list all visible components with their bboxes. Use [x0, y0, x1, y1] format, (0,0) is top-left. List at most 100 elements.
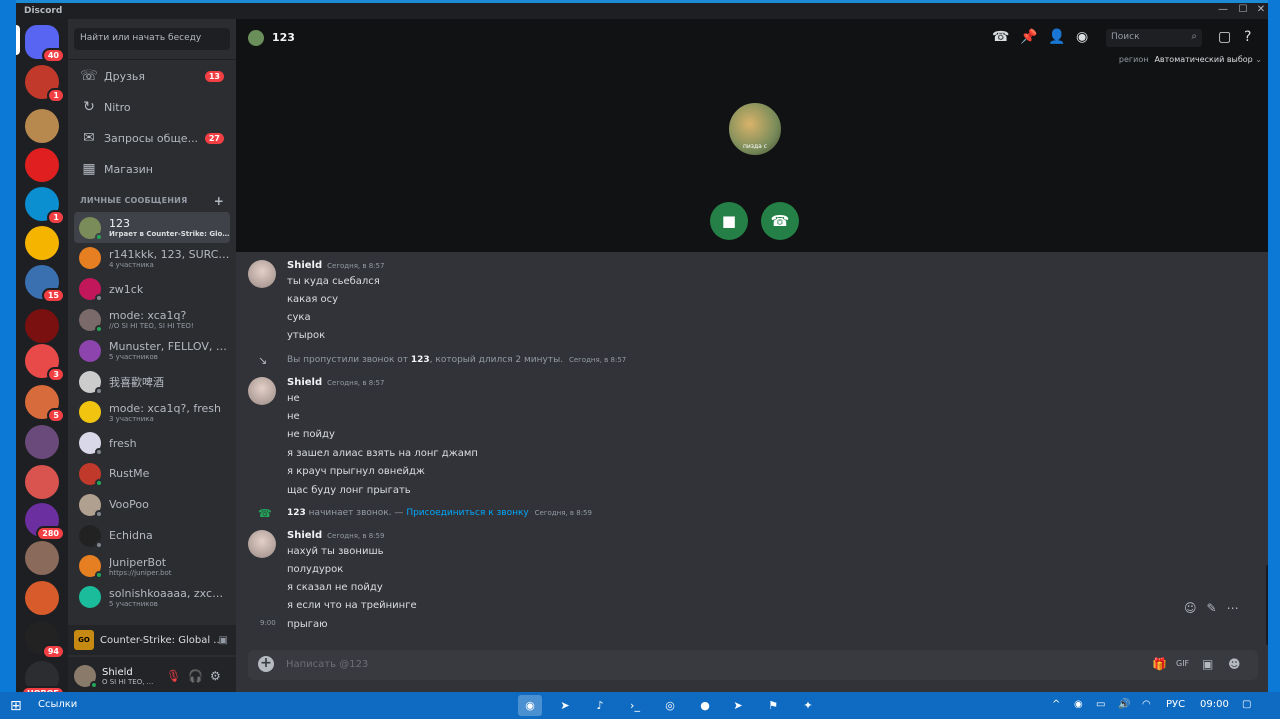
chrome-taskbar-icon[interactable]: ◎	[658, 695, 682, 716]
caller-name[interactable]: 123	[411, 355, 430, 365]
volume-icon[interactable]: 🔊	[1118, 699, 1130, 710]
search-placeholder: Поиск	[1111, 32, 1140, 42]
message-author[interactable]: Shield Сегодня, в 8:59	[287, 530, 384, 541]
more-icon[interactable]: ⋯	[1227, 601, 1239, 615]
mute-mic-icon[interactable]: 🎙	[166, 669, 181, 683]
server-icon[interactable]: 1	[25, 65, 65, 103]
avatar	[79, 216, 103, 241]
add-friend-icon[interactable]: 👤	[1048, 29, 1065, 45]
dm-item[interactable]: mode: xca1q?, fresh 3 участника	[74, 397, 230, 428]
call-participant-avatar[interactable]: пизда с	[727, 101, 783, 157]
links-toolbar[interactable]: Ссылки	[38, 699, 77, 710]
server-icon[interactable]	[25, 109, 59, 143]
language-indicator[interactable]: РУС	[1166, 699, 1185, 710]
dm-item[interactable]: zw1ck	[74, 274, 230, 305]
message-composer[interactable]: + Написать @123 🎁 GIF ▣ ☻	[248, 650, 1258, 680]
emoji-icon[interactable]: ☻	[1228, 657, 1241, 671]
counter-strike-taskbar-icon[interactable]: ✦	[796, 695, 820, 716]
dm-item[interactable]: solnishkoaaaa, zxcgen... 5 участников	[74, 582, 230, 613]
discord-tray-icon[interactable]: ◉	[1074, 699, 1083, 710]
server-icon[interactable]: 94	[25, 621, 65, 659]
tiktok-taskbar-icon[interactable]: ♪	[588, 695, 612, 716]
server-icon[interactable]: 280	[25, 503, 65, 541]
nav-shop[interactable]: ▦ Магазин	[74, 155, 230, 183]
gift-icon[interactable]: 🎁	[1152, 657, 1167, 671]
server-icon[interactable]	[25, 309, 59, 343]
video-call-button[interactable]: ■	[710, 202, 748, 240]
add-reaction-icon[interactable]: ☺	[1184, 601, 1197, 615]
avatar[interactable]	[74, 665, 98, 689]
inbox-icon[interactable]: ▢	[1218, 29, 1231, 45]
avatar[interactable]	[248, 260, 276, 288]
telegram-taskbar-icon[interactable]: ➤	[553, 695, 577, 716]
dm-item[interactable]: mode: xca1q?//O SI HI TEO, SI HI TEO!	[74, 304, 230, 335]
close-icon[interactable]: ✕	[1250, 4, 1268, 18]
notice-text: Вы пропустили звонок от	[287, 355, 408, 365]
nav-friends[interactable]: ☏ Друзья 13	[74, 62, 230, 90]
message-line: не	[287, 411, 300, 422]
chevron-up-icon[interactable]: ^	[1052, 699, 1060, 710]
edit-icon[interactable]: ✎	[1207, 601, 1217, 615]
dm-item[interactable]: r141kkk, 123, SURCHIK 4 участника	[74, 243, 230, 274]
pin-icon[interactable]: 📌	[1020, 29, 1037, 45]
server-icon[interactable]: 15	[25, 265, 65, 303]
server-icon[interactable]: 40	[25, 25, 65, 63]
wifi-icon[interactable]: ◠	[1142, 699, 1151, 710]
terminal-taskbar-icon[interactable]: ›_	[623, 695, 647, 716]
search-input[interactable]: Поиск ⌕	[1106, 29, 1202, 47]
network-icon[interactable]: ▭	[1096, 699, 1105, 710]
game-icon: GO	[74, 630, 94, 650]
server-icon[interactable]: НОВОЕ	[21, 661, 65, 692]
app-taskbar-icon[interactable]: ⚑	[761, 695, 785, 716]
telegram-taskbar-icon[interactable]: ➤	[726, 695, 750, 716]
dm-item[interactable]: fresh	[74, 428, 230, 459]
sticker-icon[interactable]: ▣	[1202, 657, 1213, 671]
dm-item[interactable]: 123 Играет в Counter-Strike: Glo...	[74, 212, 230, 243]
profile-icon[interactable]: ◉	[1076, 29, 1088, 45]
headphones-icon[interactable]: 🎧	[188, 669, 203, 683]
help-icon[interactable]: ?	[1244, 29, 1251, 45]
settings-gear-icon[interactable]: ⚙	[210, 669, 221, 683]
avatar[interactable]	[248, 530, 276, 558]
region-selector[interactable]: регион Автоматический выбор ⌄	[1119, 55, 1262, 64]
clock[interactable]: 09:00	[1200, 699, 1229, 710]
server-icon[interactable]	[25, 581, 59, 615]
dm-item[interactable]: VooPoo	[74, 489, 230, 520]
message-author[interactable]: Shield Сегодня, в 8:57	[287, 260, 384, 271]
dm-item[interactable]: RustMe	[74, 458, 230, 489]
dm-item[interactable]: JuniperBot https://juniper.bot	[74, 551, 230, 582]
discord-taskbar-icon[interactable]: ◉	[518, 695, 542, 716]
nav-message-requests[interactable]: ✉ Запросы обще... 27	[74, 124, 230, 152]
join-call-link[interactable]: Присоединиться к звонку	[406, 508, 528, 518]
app-taskbar-icon[interactable]: ●	[693, 695, 717, 716]
server-icon[interactable]	[25, 226, 59, 260]
server-icon[interactable]: 1	[25, 187, 65, 225]
server-icon[interactable]	[25, 148, 59, 182]
minimize-icon[interactable]: —	[1212, 4, 1234, 18]
server-icon[interactable]	[25, 465, 59, 499]
join-call-button[interactable]: ☎	[761, 202, 799, 240]
taskbar: ⊞ Ссылки ◉ ➤ ♪ ›_ ◎ ● ➤ ⚑ ✦ ^ ◉ ▭ 🔊 ◠ РУ…	[0, 692, 1280, 719]
server-icon[interactable]	[25, 425, 59, 459]
attach-icon[interactable]: +	[258, 656, 274, 672]
dm-item[interactable]: Munuster, FELLOV, r1... 5 участников	[74, 335, 230, 366]
status-dot	[90, 681, 98, 689]
gif-icon[interactable]: GIF	[1176, 659, 1189, 668]
notifications-icon[interactable]: ▢	[1242, 699, 1251, 710]
find-conversation-button[interactable]: Найти или начать беседу	[74, 28, 230, 50]
create-dm-icon[interactable]: +	[214, 194, 224, 208]
server-icon[interactable]	[25, 541, 59, 575]
windows-start-icon[interactable]: ⊞	[10, 698, 22, 714]
caller-name[interactable]: 123	[287, 508, 306, 518]
screen-share-icon[interactable]: ▣	[219, 635, 228, 646]
server-icon[interactable]: 3	[25, 344, 65, 382]
dm-item[interactable]: Echidna	[74, 520, 230, 551]
start-call-icon[interactable]: ☎	[992, 29, 1009, 45]
avatar[interactable]	[248, 377, 276, 405]
message-author[interactable]: Shield Сегодня, в 8:57	[287, 377, 384, 388]
activity-panel[interactable]: GO Counter-Strike: Global ... ▣	[68, 625, 236, 655]
nav-nitro[interactable]: ↻ Nitro	[74, 93, 230, 121]
scrollbar[interactable]	[1266, 565, 1268, 645]
dm-item[interactable]: 我喜歡啤酒	[74, 366, 230, 397]
server-icon[interactable]: 5	[25, 385, 65, 423]
